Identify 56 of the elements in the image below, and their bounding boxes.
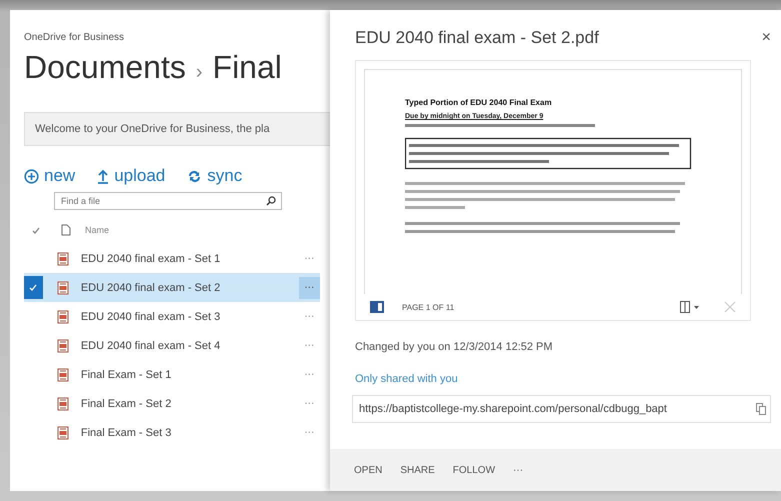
file-name[interactable]: EDU 2040 final exam - Set 2	[80, 282, 245, 294]
app-name: OneDrive for Business	[24, 32, 126, 43]
pdf-file-icon	[56, 310, 69, 324]
breadcrumb-separator: ›	[196, 61, 203, 84]
action-button[interactable]: FOLLOW	[452, 464, 496, 476]
columns-icon[interactable]	[680, 301, 700, 313]
file-name[interactable]: Final Exam - Set 3	[80, 426, 245, 438]
breadcrumb-current: Final	[212, 49, 282, 86]
file-name[interactable]: EDU 2040 final exam - Set 3	[80, 310, 245, 322]
more-options[interactable]: ···	[298, 306, 320, 328]
file-row[interactable]: EDU 2040 final exam - Set 3 ···	[24, 302, 320, 331]
close-button[interactable]: ×	[762, 28, 771, 48]
pdf-file-icon	[56, 396, 69, 410]
file-row[interactable]: EDU 2040 final exam - Set 2 ···	[24, 273, 320, 302]
action-button[interactable]: ···	[513, 464, 524, 476]
upload-icon	[97, 168, 110, 184]
sync-command[interactable]: sync	[187, 166, 242, 186]
file-row[interactable]: EDU 2040 final exam - Set 4 ···	[24, 331, 320, 360]
check-icon[interactable]	[32, 226, 40, 234]
action-button[interactable]: OPEN	[354, 464, 382, 476]
column-header[interactable]: Name	[85, 225, 110, 235]
file-row[interactable]: EDU 2040 final exam - Set 1 ···	[24, 244, 320, 273]
more-options[interactable]: ···	[298, 248, 320, 270]
file-row[interactable]: Final Exam - Set 1 ···	[24, 360, 320, 389]
more-options[interactable]: ···	[298, 422, 320, 444]
file-icon	[61, 224, 71, 236]
word-icon[interactable]	[370, 300, 384, 314]
pdf-file-icon	[56, 426, 69, 440]
pdf-file-icon	[56, 368, 69, 382]
file-name[interactable]: Final Exam - Set 1	[80, 368, 245, 380]
more-options[interactable]: ···	[298, 392, 320, 414]
sync-icon	[187, 170, 202, 182]
search-field[interactable]: Find a file	[54, 192, 282, 210]
new-command[interactable]: new	[24, 166, 76, 186]
more-options[interactable]: ···	[298, 334, 320, 356]
file-name[interactable]: EDU 2040 final exam - Set 1	[80, 252, 245, 264]
more-options[interactable]: ···	[298, 276, 320, 298]
page-indicator: PAGE 1 OF 11	[402, 302, 456, 312]
action-button[interactable]: SHARE	[400, 464, 435, 476]
document-heading: Typed Portion of EDU 2040 Final Exam	[405, 98, 553, 107]
copy-icon[interactable]	[756, 403, 766, 415]
pdf-file-icon	[56, 252, 69, 266]
file-name[interactable]: EDU 2040 final exam - Set 4	[80, 340, 245, 352]
upload-command[interactable]: upload	[97, 166, 166, 186]
pdf-file-icon	[56, 338, 69, 352]
url-field[interactable]: https://baptistcollege-my.sharepoint.com/personal/cdbugg_bapt	[352, 395, 771, 423]
more-options[interactable]: ···	[298, 364, 320, 386]
file-row[interactable]: Final Exam - Set 3 ···	[24, 418, 320, 447]
welcome-banner: Welcome to your OneDrive for Business, the pla	[24, 112, 330, 146]
changed-info: Changed by you on 12/3/2014 12:52 PM	[355, 341, 554, 353]
plus-circle-icon	[24, 168, 39, 184]
callout-title: EDU 2040 final exam - Set 2.pdf	[355, 28, 599, 48]
pdf-file-icon	[56, 280, 69, 294]
file-name[interactable]: Final Exam - Set 2	[80, 398, 245, 410]
breadcrumb-root[interactable]: Documents	[24, 49, 186, 86]
file-row[interactable]: Final Exam - Set 2 ···	[24, 389, 320, 418]
